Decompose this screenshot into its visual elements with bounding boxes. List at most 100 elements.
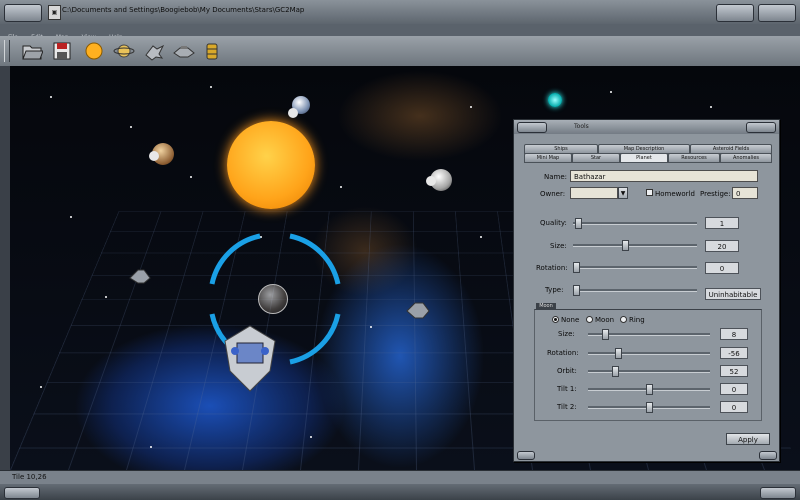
star	[40, 386, 42, 388]
moon-size-slider[interactable]	[588, 329, 710, 340]
ship-icon[interactable]	[142, 39, 166, 63]
status-bar: Tile 10,26	[0, 470, 800, 485]
starship[interactable]	[215, 321, 285, 396]
moon-tilt2-value: 0	[720, 401, 748, 413]
type-label: Type:	[545, 286, 564, 294]
tools-panel-title-bar[interactable]: Tools	[514, 120, 779, 134]
app-icon: ▣	[48, 5, 61, 20]
quality-value: 1	[705, 217, 739, 229]
bottom-frame	[0, 484, 800, 500]
size-slider[interactable]	[573, 240, 697, 251]
sun[interactable]	[227, 121, 315, 209]
frame-corner-left	[4, 487, 40, 499]
apply-button[interactable]: Apply	[726, 433, 770, 445]
panel-resize-left[interactable]	[517, 451, 535, 460]
star	[340, 186, 342, 188]
type-value: Uninhabitable	[705, 288, 761, 300]
moon-ring-label: Ring	[629, 316, 645, 324]
status-text: Tile 10,26	[12, 473, 47, 481]
moon-rotation-value: -56	[720, 347, 748, 359]
moon-tilt1-label: Tilt 1:	[557, 385, 577, 393]
star	[70, 216, 72, 218]
rotation-slider-thumb[interactable]	[573, 262, 580, 273]
save-icon[interactable]	[50, 39, 74, 63]
anomaly-marker[interactable]	[548, 93, 562, 107]
name-label: Name:	[544, 173, 568, 181]
map-left-edge	[0, 66, 10, 470]
moon-orbit-slider-thumb[interactable]	[612, 366, 619, 377]
sun-icon[interactable]	[82, 39, 106, 63]
size-label: Size:	[550, 242, 567, 250]
rotation-value: 0	[705, 262, 739, 274]
star	[480, 236, 482, 238]
moon-none-label: None	[561, 316, 580, 324]
moon-ring-radio[interactable]	[620, 316, 627, 323]
system-menu-button[interactable]	[4, 4, 42, 22]
prestige-label: Prestige:	[700, 190, 731, 198]
star	[710, 106, 712, 108]
planet-icon[interactable]	[112, 39, 136, 63]
moon	[426, 176, 436, 186]
homeworld-checkbox[interactable]	[646, 189, 653, 196]
star	[310, 436, 312, 438]
moon-orbit-value: 52	[720, 365, 748, 377]
star	[50, 96, 52, 98]
moon-orbit-slider[interactable]	[588, 366, 710, 377]
tab-planet[interactable]: Planet	[620, 153, 668, 163]
homeworld-label: Homeworld	[655, 190, 695, 198]
tab-anomalies[interactable]: Anomalies	[720, 153, 772, 163]
quality-label: Quality:	[540, 219, 567, 227]
toolbar-grip[interactable]	[4, 40, 10, 62]
star	[370, 326, 372, 328]
type-slider[interactable]	[573, 285, 697, 296]
panel-close-button[interactable]	[746, 122, 776, 133]
owner-select[interactable]	[570, 187, 618, 199]
size-value: 20	[705, 240, 739, 252]
window-title: C:\Documents and Settings\Boogiebob\My D…	[62, 6, 305, 14]
moon-moon-label: Moon	[595, 316, 615, 324]
frame-corner-right	[760, 487, 796, 499]
moon-size-slider-thumb[interactable]	[602, 329, 609, 340]
tab-mini-map[interactable]: Mini Map	[524, 153, 572, 163]
tab-star[interactable]: Star	[572, 153, 620, 163]
moon	[149, 151, 159, 161]
moon-orbit-label: Orbit:	[557, 367, 577, 375]
tab-resources[interactable]: Resources	[668, 153, 720, 163]
moon	[288, 108, 298, 118]
size-slider-thumb[interactable]	[622, 240, 629, 251]
planet-name-field[interactable]: Bathazar	[570, 170, 758, 182]
panel-menu-button[interactable]	[517, 122, 547, 133]
resource-barrel-icon[interactable]	[200, 39, 224, 63]
moon-group-label: Moon	[536, 303, 556, 310]
star	[105, 296, 107, 298]
moon-rotation-slider[interactable]	[588, 348, 710, 359]
star	[610, 91, 612, 93]
owner-label: Owner:	[540, 190, 566, 198]
minimize-button[interactable]	[716, 4, 754, 22]
quality-slider-thumb[interactable]	[575, 218, 582, 229]
open-folder-icon[interactable]	[20, 39, 44, 63]
prestige-field[interactable]: 0	[732, 187, 758, 199]
moon-tilt1-slider-thumb[interactable]	[646, 384, 653, 395]
moon-moon-radio[interactable]	[586, 316, 593, 323]
freighter-ship[interactable]	[405, 299, 431, 323]
star	[150, 446, 152, 448]
station-icon[interactable]	[172, 39, 196, 63]
moon-tilt2-label: Tilt 2:	[557, 403, 577, 411]
moon-tilt2-slider[interactable]	[588, 402, 710, 413]
type-slider-thumb[interactable]	[573, 285, 580, 296]
close-button[interactable]	[758, 4, 796, 22]
rotation-slider[interactable]	[573, 262, 697, 273]
owner-dropdown-button[interactable]: ▼	[618, 187, 628, 199]
quality-slider[interactable]	[573, 218, 697, 229]
star	[210, 86, 212, 88]
moon-tilt1-value: 0	[720, 383, 748, 395]
moon-rotation-slider-thumb[interactable]	[615, 348, 622, 359]
moon-none-radio[interactable]	[552, 316, 559, 323]
rotation-label: Rotation:	[536, 264, 568, 272]
moon-tilt1-slider[interactable]	[588, 384, 710, 395]
freighter-ship[interactable]	[128, 266, 152, 286]
moon-size-label: Size:	[558, 330, 575, 338]
moon-tilt2-slider-thumb[interactable]	[646, 402, 653, 413]
panel-resize-right[interactable]	[759, 451, 777, 460]
